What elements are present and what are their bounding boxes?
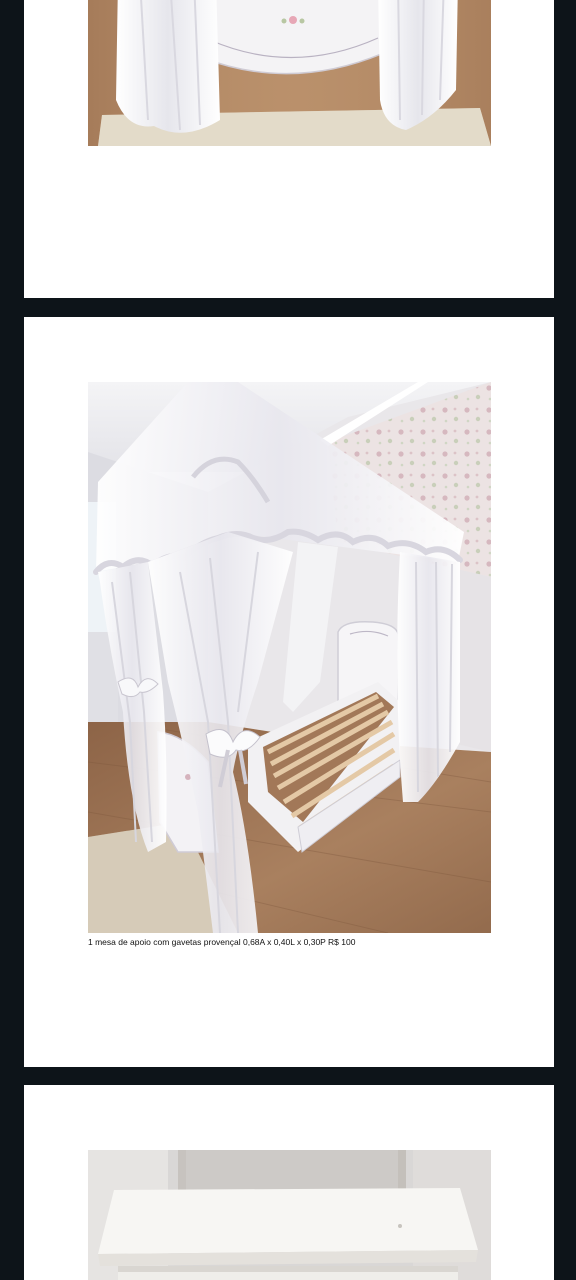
document-viewer[interactable]: 1 mesa de apoio com gavetas provençal 0,… [0, 0, 576, 1280]
document-page-1 [24, 0, 554, 298]
item-caption: 1 mesa de apoio com gavetas provençal 0,… [88, 937, 356, 947]
document-page-2: 1 mesa de apoio com gavetas provençal 0,… [24, 317, 554, 1067]
canopy-bed-footboard-photo [88, 0, 491, 146]
canopy-bed-photo [88, 382, 491, 933]
side-table-photo [88, 1150, 491, 1280]
document-page-3 [24, 1085, 554, 1280]
